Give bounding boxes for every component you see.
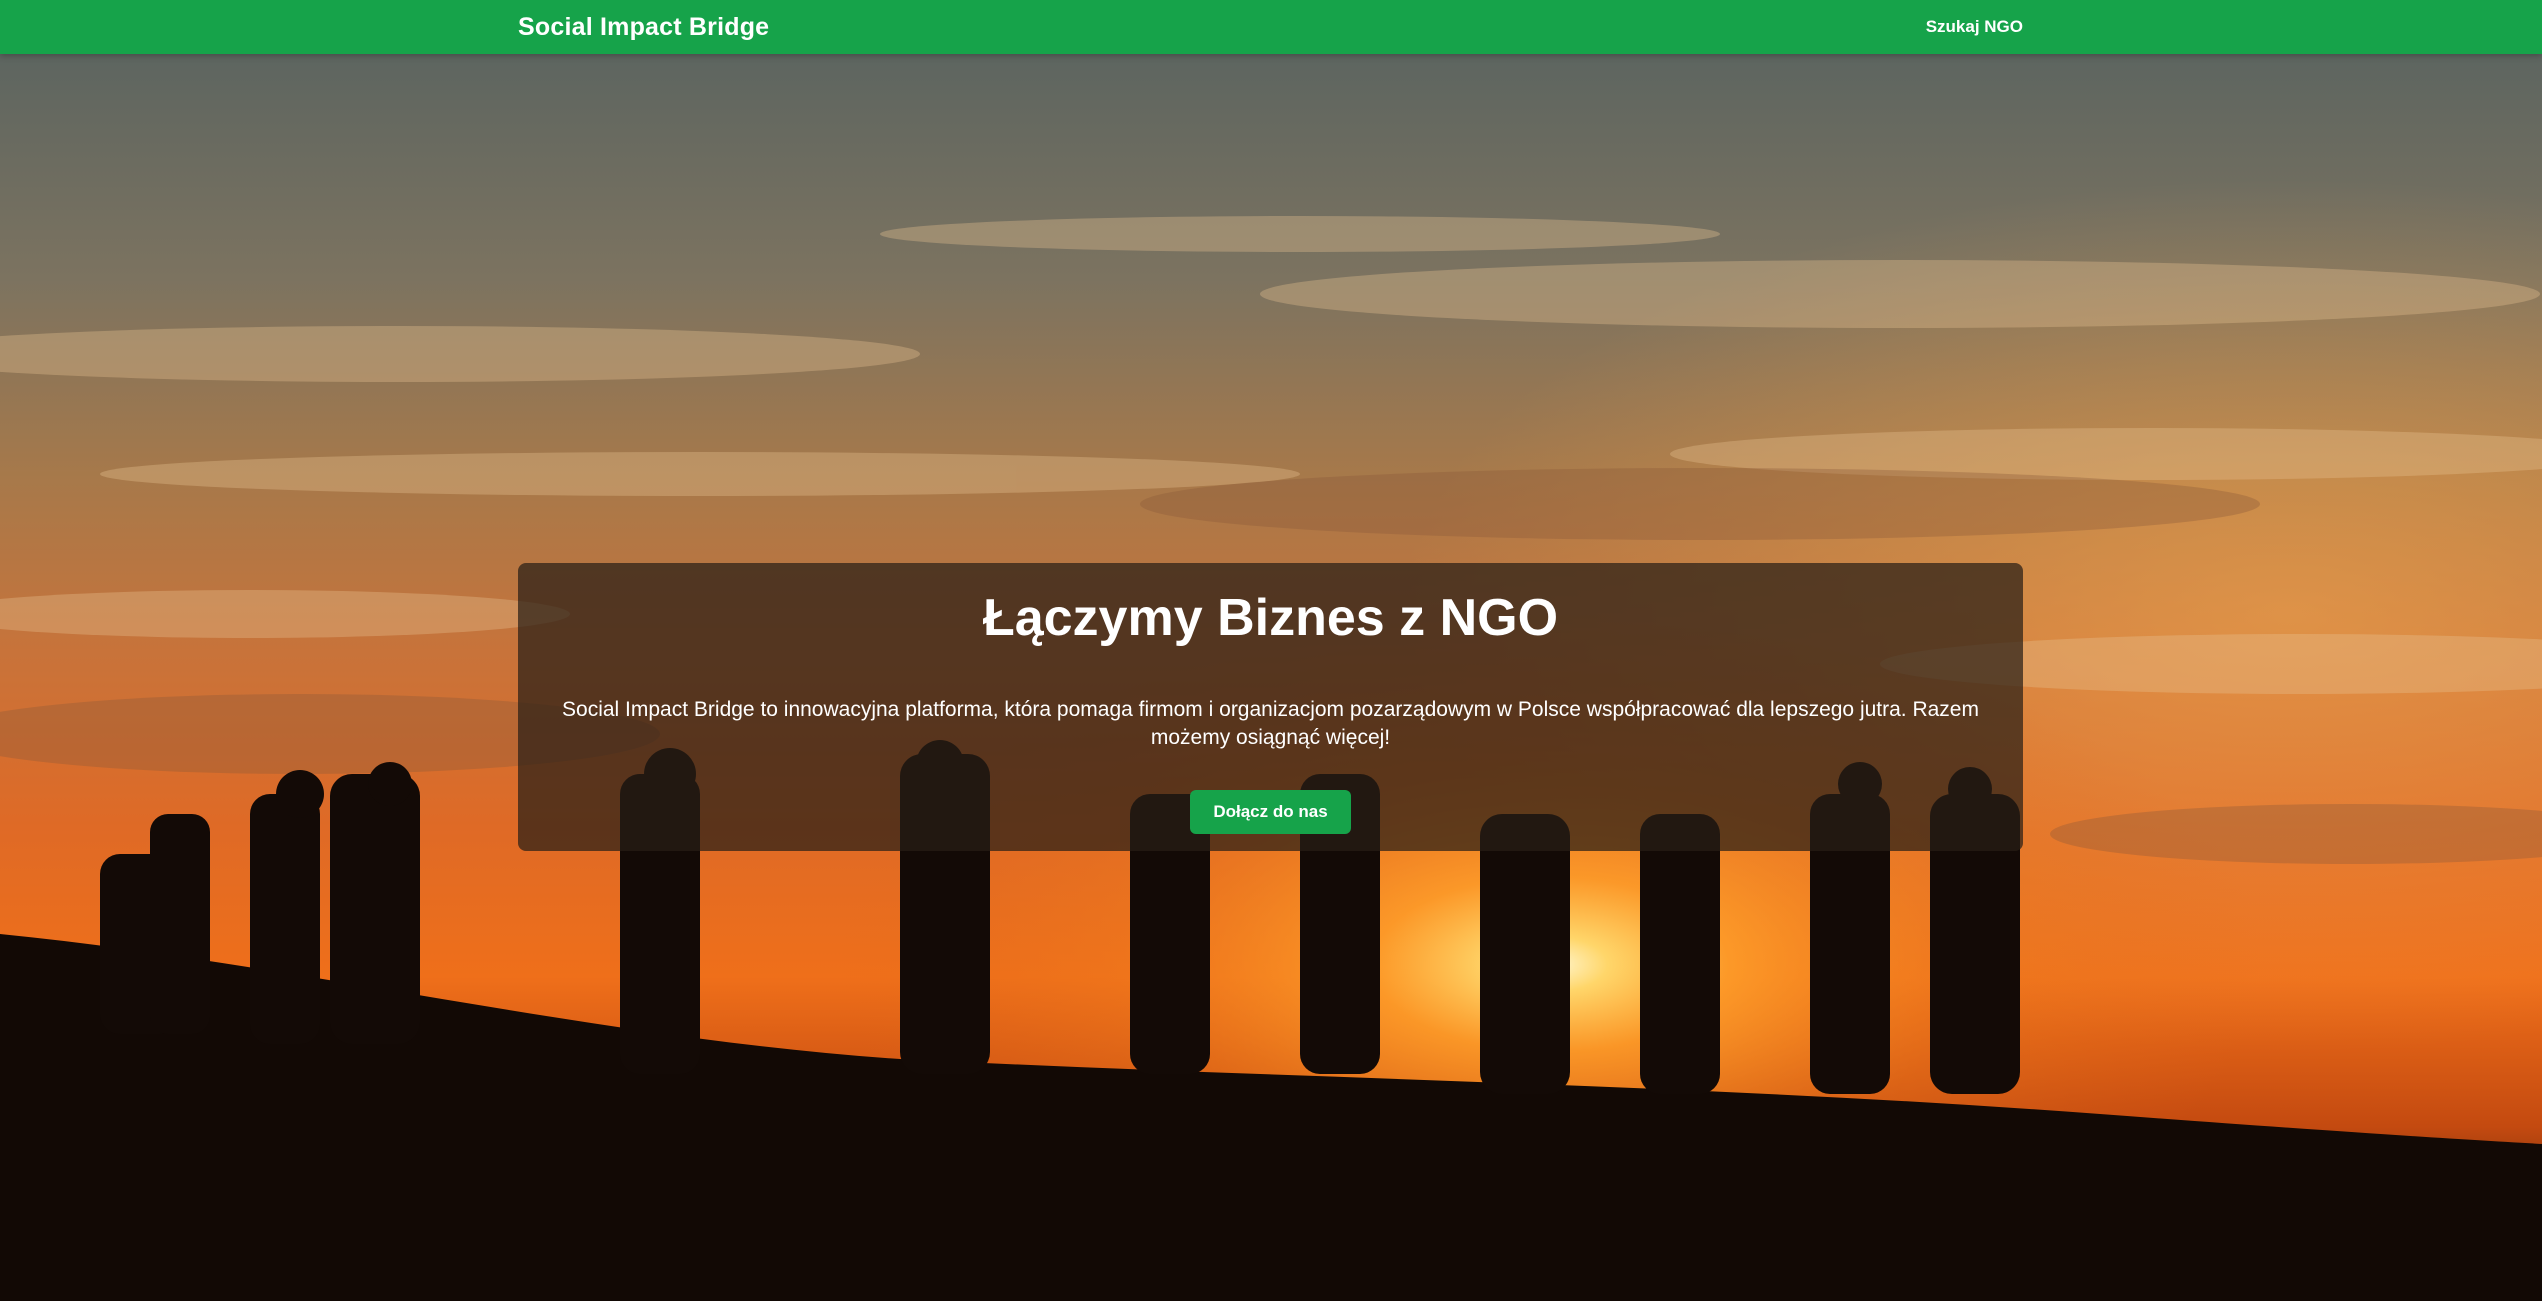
hero-section: Łączymy Biznes z NGO Social Impact Bridg… xyxy=(0,54,2542,1301)
nav-link-search-ngo[interactable]: Szukaj NGO xyxy=(1926,0,2023,54)
hero-description: Social Impact Bridge to innowacyjna plat… xyxy=(562,698,1979,749)
top-navbar: Social Impact Bridge Szukaj NGO xyxy=(0,0,2542,54)
hero-overlay-card: Łączymy Biznes z NGO Social Impact Bridg… xyxy=(518,563,2023,851)
join-us-button[interactable]: Dołącz do nas xyxy=(1190,790,1351,834)
hero-title: Łączymy Biznes z NGO xyxy=(982,589,1559,647)
brand-logo-link[interactable]: Social Impact Bridge xyxy=(518,0,769,54)
